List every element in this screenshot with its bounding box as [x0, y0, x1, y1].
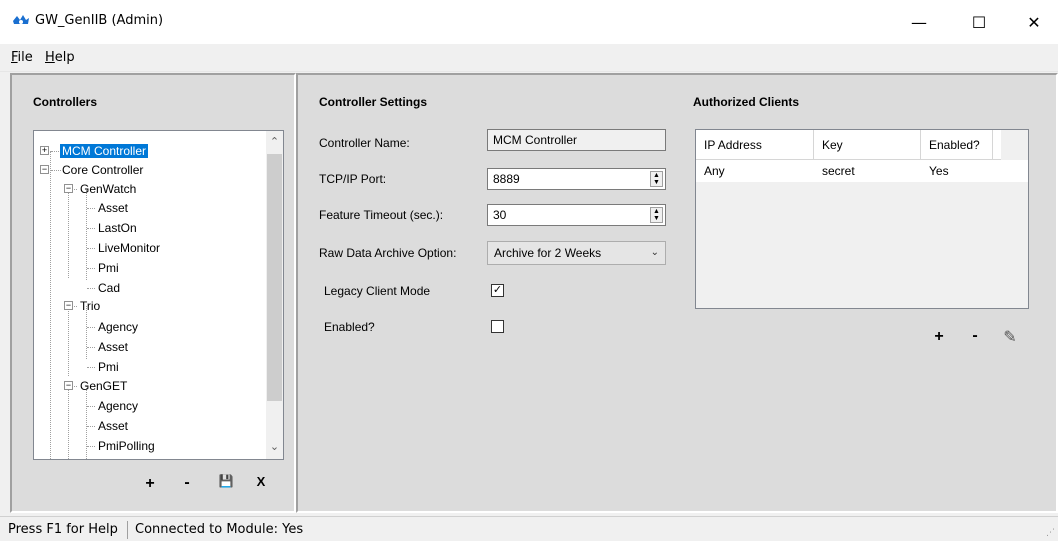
- app-logo-icon: [13, 15, 29, 24]
- close-icon: ✕: [1027, 12, 1041, 32]
- tcp-port-label: TCP/IP Port:: [319, 172, 387, 186]
- tree-node-pmipolling[interactable]: PmiPolling: [96, 437, 157, 455]
- maximize-icon: ☐: [971, 12, 987, 32]
- tree-node-genget[interactable]: − GenGET: [64, 377, 129, 395]
- scroll-up-icon[interactable]: ⌃: [266, 134, 283, 151]
- tree-node-genwatch[interactable]: − GenWatch: [64, 180, 138, 198]
- authorized-clients-grid[interactable]: IP Address Key Enabled? Any secret Yes: [695, 129, 1029, 309]
- status-help-text: Press F1 for Help: [8, 522, 118, 537]
- minimize-icon: —: [911, 12, 927, 32]
- legacy-client-mode-checkbox[interactable]: ✓: [491, 284, 504, 297]
- status-connection-text: Connected to Module: Yes: [135, 522, 304, 537]
- tree-node-mcm-controller[interactable]: + MCM Controller: [40, 142, 149, 160]
- tree-node-agency[interactable]: Agency: [96, 318, 140, 336]
- archive-option-select[interactable]: Archive for 2 Weeks ⌄: [487, 241, 666, 265]
- chevron-down-icon: ⌄: [650, 247, 659, 258]
- controller-name-field[interactable]: MCM Controller: [487, 129, 666, 151]
- controllers-header: Controllers: [33, 95, 98, 109]
- feature-timeout-label: Feature Timeout (sec.):: [319, 208, 444, 222]
- cell-ip-address: Any: [704, 164, 725, 178]
- collapse-icon[interactable]: −: [40, 165, 49, 174]
- collapse-icon[interactable]: −: [64, 381, 73, 390]
- tcp-port-field[interactable]: 8889 ▲ ▼: [487, 168, 666, 190]
- tree-node-cad[interactable]: Cad: [96, 279, 122, 297]
- menu-bar: File Help: [0, 44, 1058, 72]
- edit-pencil-icon[interactable]: ✎: [1001, 327, 1019, 347]
- tree-node-asset[interactable]: Asset: [96, 417, 130, 435]
- maximize-button[interactable]: ☐: [956, 0, 1002, 44]
- cell-key: secret: [822, 164, 855, 178]
- authorized-clients-header: Authorized Clients: [693, 95, 800, 109]
- menu-help[interactable]: Help: [45, 50, 75, 65]
- column-header-key[interactable]: Key: [814, 130, 921, 160]
- controllers-tree[interactable]: + MCM Controller − Core Controller − Gen…: [33, 130, 284, 460]
- menu-file[interactable]: File: [11, 50, 33, 65]
- close-button[interactable]: ✕: [1011, 0, 1057, 44]
- scroll-down-icon[interactable]: ⌄: [266, 439, 283, 456]
- window-title: GW_GenIIB (Admin): [35, 13, 164, 28]
- tree-node-core-controller[interactable]: − Core Controller: [40, 161, 145, 179]
- close-controller-button[interactable]: X: [252, 474, 270, 489]
- spinner-icon[interactable]: ▲ ▼: [650, 207, 663, 223]
- status-bar: Press F1 for Help Connected to Module: Y…: [0, 516, 1058, 541]
- enabled-checkbox[interactable]: [491, 320, 504, 333]
- tree-scrollbar[interactable]: ⌃ ⌄: [266, 131, 283, 459]
- tree-node-livemonitor[interactable]: LiveMonitor: [96, 239, 162, 257]
- collapse-icon[interactable]: −: [64, 184, 73, 193]
- enabled-label: Enabled?: [324, 320, 375, 334]
- tree-node-pmi[interactable]: Pmi: [96, 358, 121, 376]
- tree-node-agency[interactable]: Agency: [96, 397, 140, 415]
- controllers-panel: Controllers + MCM Controller − Core Cont…: [10, 73, 296, 513]
- spinner-icon[interactable]: ▲ ▼: [650, 171, 663, 187]
- grid-header: IP Address Key Enabled?: [696, 130, 1001, 160]
- remove-client-button[interactable]: -: [966, 327, 984, 345]
- tree-node-label: GenGET: [80, 379, 128, 393]
- status-separator: [127, 521, 128, 539]
- table-row[interactable]: Any secret Yes: [696, 160, 1028, 182]
- tree-node-trio[interactable]: − Trio: [64, 297, 102, 315]
- expand-icon[interactable]: +: [40, 146, 49, 155]
- tree-node-label: GenWatch: [80, 182, 137, 196]
- add-client-button[interactable]: +: [930, 328, 948, 346]
- save-icon[interactable]: 💾: [217, 474, 235, 488]
- settings-panel: Controller Settings Controller Name: MCM…: [296, 73, 1058, 513]
- column-header-enabled[interactable]: Enabled?: [921, 130, 993, 160]
- archive-option-label: Raw Data Archive Option:: [319, 246, 457, 260]
- tree-node-pmi[interactable]: Pmi: [96, 259, 121, 277]
- add-controller-button[interactable]: +: [141, 475, 159, 493]
- controller-settings-header: Controller Settings: [319, 95, 428, 109]
- tree-node-label: Core Controller: [62, 163, 144, 177]
- controller-name-label: Controller Name:: [319, 136, 410, 150]
- column-header-ip-address[interactable]: IP Address: [696, 130, 814, 160]
- tree-node-laston[interactable]: LastOn: [96, 219, 139, 237]
- tree-node-asset[interactable]: Asset: [96, 338, 130, 356]
- tree-node-label: Trio: [80, 299, 101, 313]
- title-bar: GW_GenIIB (Admin) — ☐ ✕: [0, 0, 1058, 44]
- legacy-client-mode-label: Legacy Client Mode: [324, 284, 431, 298]
- collapse-icon[interactable]: −: [64, 301, 73, 310]
- tree-node-label: MCM Controller: [60, 144, 149, 158]
- tree-node-asset[interactable]: Asset: [96, 199, 130, 217]
- cell-enabled: Yes: [929, 164, 949, 178]
- remove-controller-button[interactable]: -: [178, 474, 196, 492]
- resize-grip-icon[interactable]: ⋰: [1046, 527, 1055, 538]
- minimize-button[interactable]: —: [896, 0, 942, 44]
- scrollbar-thumb[interactable]: [267, 154, 282, 401]
- feature-timeout-field[interactable]: 30 ▲ ▼: [487, 204, 666, 226]
